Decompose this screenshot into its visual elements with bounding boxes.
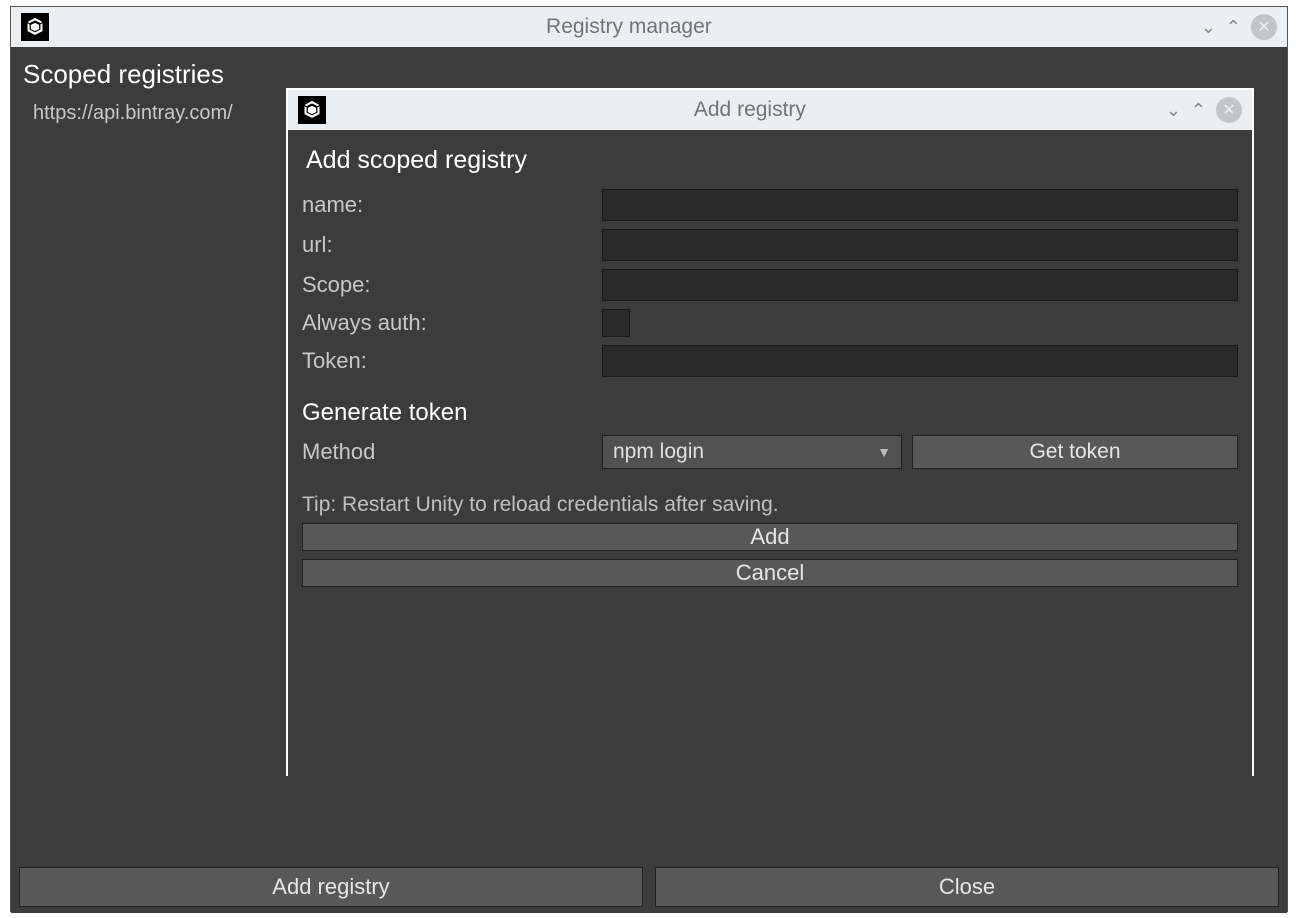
name-input[interactable] [602, 189, 1238, 221]
add-label: Add [750, 524, 789, 550]
always-auth-checkbox[interactable] [602, 309, 630, 337]
add-scoped-registry-heading: Add scoped registry [306, 146, 1238, 175]
add-registry-window: Add registry ⌄ ⌃ ✕ Add scoped registry n… [286, 88, 1254, 776]
add-button[interactable]: Add [302, 523, 1238, 551]
main-titlebar[interactable]: Registry manager ⌄ ⌃ ✕ [11, 7, 1287, 47]
method-label: Method [302, 439, 592, 465]
unity-logo-icon [298, 96, 326, 124]
add-registry-button[interactable]: Add registry [19, 867, 643, 907]
token-input[interactable] [602, 345, 1238, 377]
cancel-label: Cancel [736, 560, 804, 586]
url-label: url: [302, 232, 602, 258]
chevron-down-icon[interactable]: ⌄ [1201, 17, 1216, 38]
chevron-up-icon[interactable]: ⌃ [1226, 17, 1241, 38]
caret-down-icon: ▼ [877, 444, 891, 460]
main-window-title: Registry manager [57, 15, 1201, 39]
generate-token-heading: Generate token [302, 399, 1238, 427]
url-input[interactable] [602, 229, 1238, 261]
always-auth-label: Always auth: [302, 310, 602, 336]
cancel-button[interactable]: Cancel [302, 559, 1238, 587]
add-registry-label: Add registry [272, 874, 389, 900]
scoped-registries-heading: Scoped registries [23, 59, 1279, 90]
get-token-button[interactable]: Get token [912, 435, 1238, 469]
close-label: Close [939, 874, 995, 900]
close-icon[interactable]: ✕ [1251, 14, 1277, 40]
close-button[interactable]: Close [655, 867, 1279, 907]
scope-label: Scope: [302, 272, 602, 298]
name-label: name: [302, 192, 602, 218]
token-label: Token: [302, 348, 602, 374]
close-icon[interactable]: ✕ [1216, 97, 1242, 123]
chevron-up-icon[interactable]: ⌃ [1191, 100, 1206, 121]
modal-titlebar[interactable]: Add registry ⌄ ⌃ ✕ [288, 90, 1252, 130]
unity-logo-icon [21, 13, 49, 41]
chevron-down-icon[interactable]: ⌄ [1166, 100, 1181, 121]
method-select-value: npm login [613, 440, 704, 464]
modal-body: Add scoped registry name: url: Scope: Al… [288, 130, 1252, 778]
scope-input[interactable] [602, 269, 1238, 301]
get-token-label: Get token [1029, 440, 1120, 464]
tip-text: Tip: Restart Unity to reload credentials… [302, 493, 1238, 517]
modal-window-title: Add registry [334, 98, 1166, 122]
method-select[interactable]: npm login ▼ [602, 435, 902, 469]
